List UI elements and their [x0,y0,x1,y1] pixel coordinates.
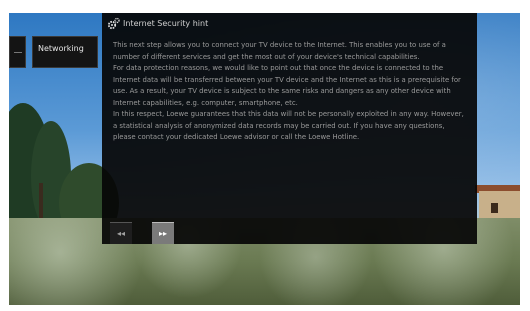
paragraph-connect: This next step allows you to connect you… [113,41,446,61]
nav-dash [14,52,22,53]
dialog-header: Internet Security hint [102,13,477,35]
dialog-title: Internet Security hint [123,19,209,28]
rewind-icon: ◂◂ [116,229,126,238]
gear-icon [107,17,120,30]
internet-security-dialog: Internet Security hint This next step al… [102,13,477,244]
house-window [491,203,498,213]
back-button[interactable]: ◂◂ [110,222,132,244]
paragraph-data-protection: For data protection reasons, we would li… [113,64,461,107]
paragraph-guarantee: In this respect, Loewe guarantees that t… [113,110,464,141]
tab-networking[interactable]: Networking [32,36,98,68]
tab-networking-label: Networking [38,44,84,53]
next-button[interactable]: ▸▸ [152,222,174,244]
dialog-body: This next step allows you to connect you… [113,40,468,144]
nav-previous-item[interactable] [9,36,26,68]
forward-icon: ▸▸ [158,229,168,238]
